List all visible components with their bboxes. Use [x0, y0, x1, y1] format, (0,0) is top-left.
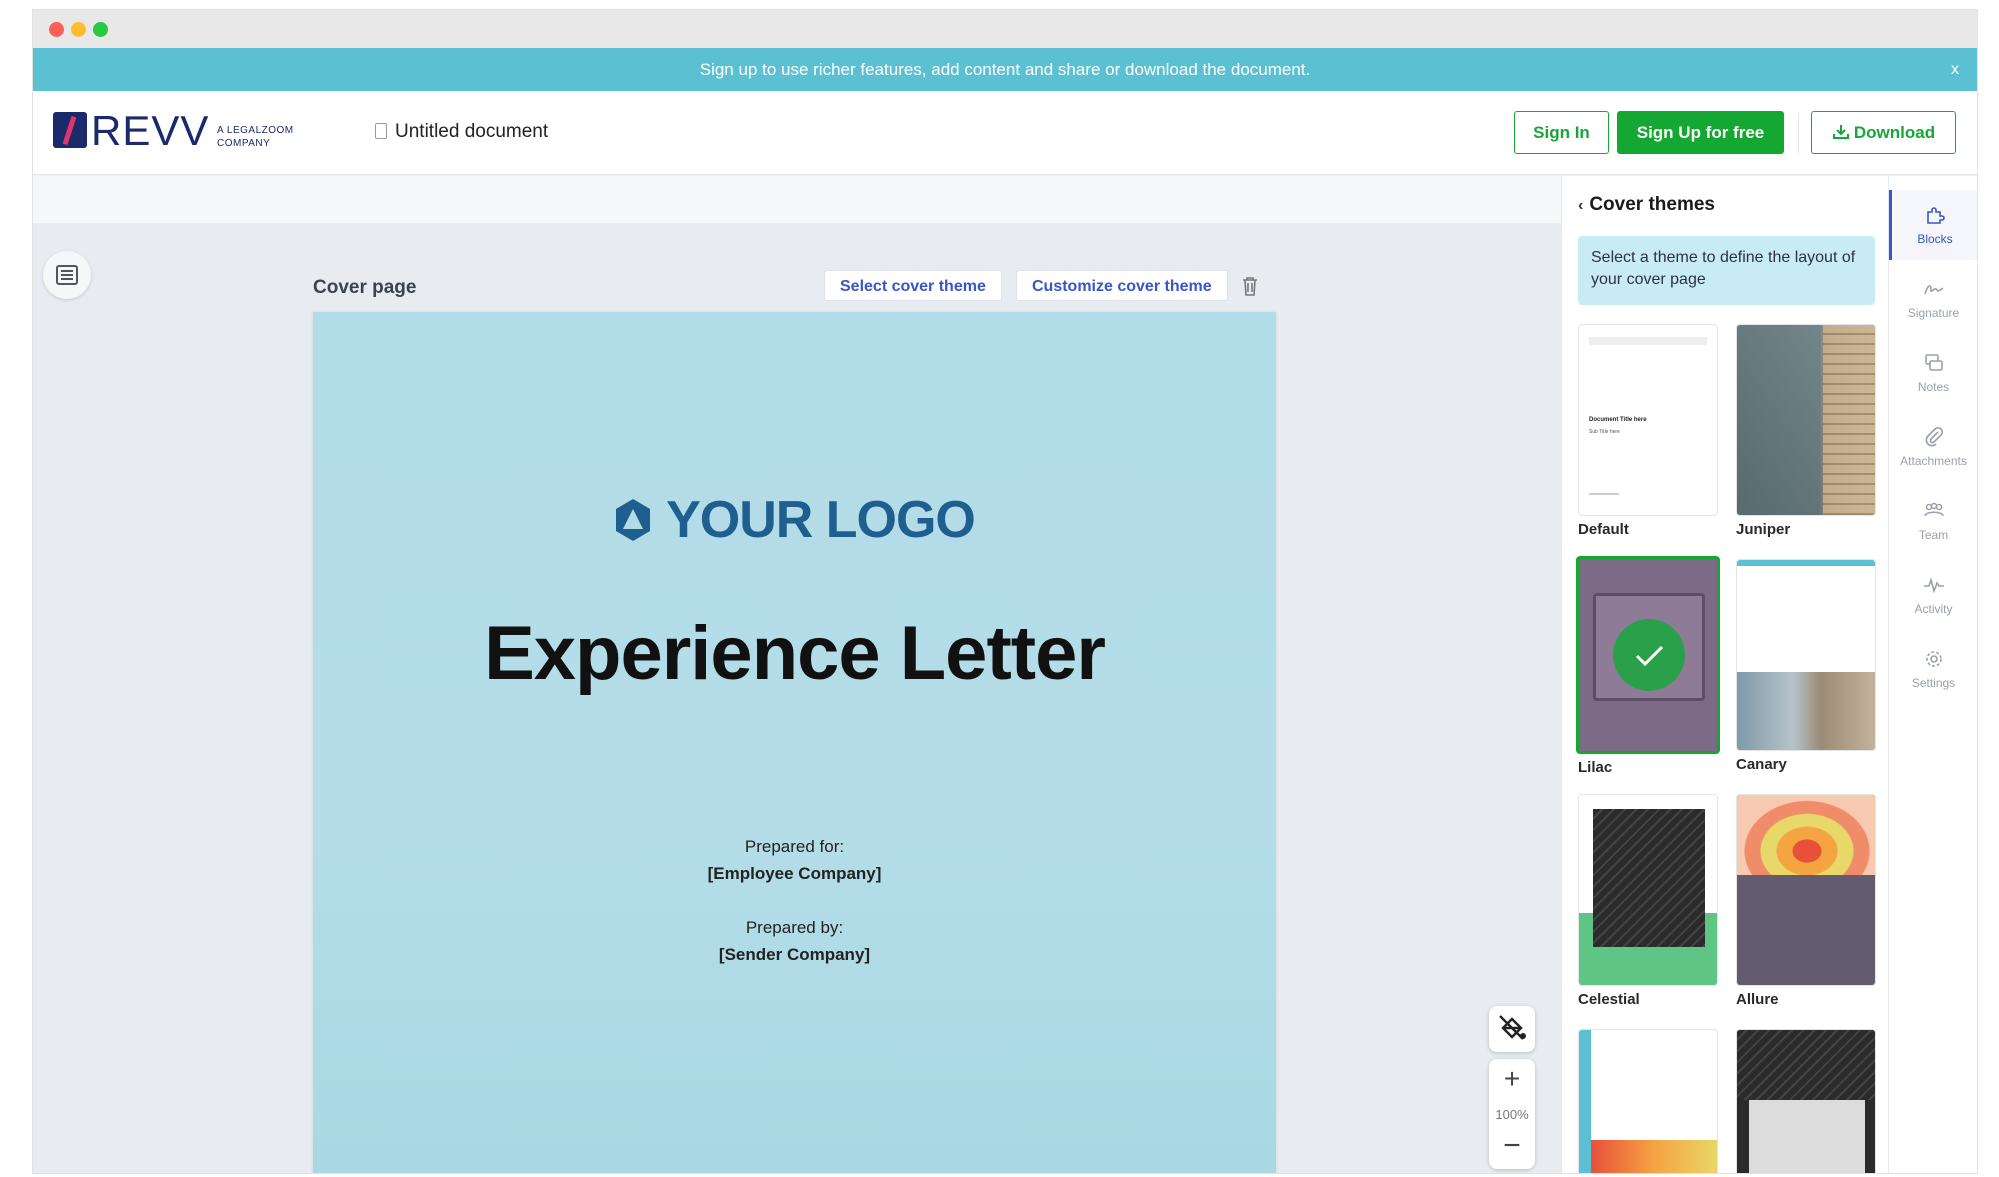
zoom-control: + 100% − [1489, 1059, 1535, 1169]
theme-thumbnail [1736, 324, 1876, 516]
prepared-by-value[interactable]: [Sender Company] [313, 945, 1276, 965]
activity-icon [1923, 577, 1944, 594]
chevron-left-icon[interactable]: ‹ [1578, 197, 1583, 214]
theme-label: Lilac [1578, 759, 1613, 776]
cover-page-label: Cover page [313, 277, 417, 298]
thumb-title: Document Title here [1589, 417, 1647, 423]
rail-label: Team [1918, 528, 1949, 542]
theme-default[interactable]: Document Title here Sub Title here Defau… [1578, 324, 1718, 538]
list-icon [56, 265, 78, 285]
checkmark-badge [1613, 619, 1685, 691]
theme-thumbnail [1576, 556, 1720, 754]
panel-title-text: Cover themes [1589, 194, 1715, 215]
rail-label: Notes [1917, 380, 1950, 394]
brand-name: REVV [91, 107, 210, 154]
theme-label: Allure [1736, 991, 1779, 1008]
zoom-out-button[interactable]: − [1489, 1129, 1535, 1163]
theme-label: Default [1578, 521, 1629, 538]
rail-item-notes[interactable]: Notes [1889, 338, 1977, 408]
puzzle-icon [1927, 207, 1945, 224]
gear-icon [1925, 651, 1942, 667]
panel-info-box: Select a theme to define the layout of y… [1578, 236, 1875, 305]
rail-label: Blocks [1917, 232, 1953, 246]
cover-logo-text: YOUR LOGO [666, 491, 976, 549]
theme-thumbnail [1736, 794, 1876, 986]
rail-label: Activity [1914, 602, 1953, 616]
theme-label: Celestial [1578, 991, 1640, 1008]
theme-juniper[interactable]: Juniper [1736, 324, 1876, 538]
zoom-level: 100% [1495, 1107, 1529, 1122]
download-label: Download [1853, 123, 1936, 142]
rail-item-settings[interactable]: Settings [1889, 634, 1977, 704]
theme-allure[interactable]: Allure [1736, 794, 1876, 1008]
rail-label: Signature [1907, 306, 1960, 320]
editor-canvas[interactable]: Cover page Select cover theme Customize … [33, 223, 1561, 1173]
thumb-subtitle: Sub Title here [1589, 429, 1620, 435]
theme-celestial[interactable]: Celestial [1578, 794, 1718, 1008]
rail-item-activity[interactable]: Activity [1889, 560, 1977, 630]
theme-thumbnail [1578, 794, 1718, 986]
document-name-label: Untitled document [395, 121, 549, 142]
rail-item-blocks[interactable]: Blocks [1889, 190, 1977, 260]
cover-title[interactable]: Experience Letter [313, 610, 1276, 697]
app-window: Sign up to use richer features, add cont… [33, 10, 1977, 1173]
outline-button[interactable] [43, 251, 91, 299]
check-icon [1635, 645, 1664, 667]
theme-thumbnail-more-1[interactable] [1578, 1029, 1718, 1173]
editor-toolbar [33, 176, 1561, 223]
signup-banner: Sign up to use richer features, add cont… [33, 48, 1977, 91]
rail-item-team[interactable]: Team [1889, 486, 1977, 556]
top-header: REVV A LEGALZOOM COMPANY Untitled docume… [33, 91, 1977, 175]
window-minimize-dot[interactable] [71, 22, 86, 37]
header-divider [1798, 113, 1799, 153]
logo-placeholder-icon [616, 499, 651, 541]
window-close-dot[interactable] [49, 22, 64, 37]
download-button[interactable]: Download [1811, 111, 1956, 154]
zoom-in-button[interactable]: + [1489, 1063, 1535, 1095]
panel-title[interactable]: ‹ Cover themes [1578, 194, 1715, 216]
prepared-for-value[interactable]: [Employee Company] [313, 864, 1276, 884]
brand-tagline: A LEGALZOOM COMPANY [217, 125, 294, 149]
theme-thumbnail [1736, 559, 1876, 751]
theme-thumbnail [1578, 1029, 1718, 1173]
window-titlebar [33, 10, 1977, 48]
rail-label: Attachments [1900, 454, 1967, 468]
prepared-by-label: Prepared by: [745, 918, 844, 937]
cover-page[interactable]: YOUR LOGO Experience Letter Prepared for… [313, 312, 1276, 1173]
paint-bucket-icon [1499, 1015, 1526, 1040]
paperclip-icon [1925, 426, 1943, 447]
theme-label: Juniper [1736, 521, 1791, 538]
rail-item-attachments[interactable]: Attachments [1889, 412, 1977, 482]
download-icon [1832, 125, 1849, 139]
revv-logo-icon [53, 112, 87, 148]
select-cover-theme-button[interactable]: Select cover theme [824, 270, 1002, 301]
chat-icon [1924, 354, 1943, 371]
cover-logo[interactable]: YOUR LOGO [313, 490, 1276, 550]
theme-label: Canary [1736, 756, 1787, 773]
right-icon-rail: Blocks Signature Notes Attachments Team … [1888, 176, 1977, 1173]
theme-canary[interactable]: Canary [1736, 559, 1876, 773]
rail-item-signature[interactable]: Signature [1889, 264, 1977, 334]
window-zoom-dot[interactable] [93, 22, 108, 37]
background-fill-button[interactable] [1489, 1006, 1535, 1052]
rail-label: Settings [1911, 676, 1956, 690]
document-name[interactable]: Untitled document [375, 121, 548, 143]
document-icon [375, 123, 387, 139]
prepared-for-label: Prepared for: [744, 837, 845, 856]
customize-cover-theme-button[interactable]: Customize cover theme [1016, 270, 1228, 301]
theme-thumbnail-more-2[interactable] [1736, 1029, 1876, 1173]
theme-lilac[interactable]: Lilac [1576, 556, 1720, 776]
banner-close-button[interactable]: x [1951, 48, 1959, 91]
sign-in-button[interactable]: Sign In [1514, 111, 1609, 154]
theme-thumbnail: Document Title here Sub Title here [1578, 324, 1718, 516]
signature-icon [1923, 285, 1943, 295]
banner-text: Sign up to use richer features, add cont… [699, 60, 1311, 79]
cover-themes-panel: ‹ Cover themes Select a theme to define t… [1561, 176, 1888, 1173]
team-icon [1923, 502, 1944, 517]
theme-thumbnail [1736, 1029, 1876, 1173]
sign-up-button[interactable]: Sign Up for free [1617, 111, 1784, 154]
trash-icon[interactable] [1242, 276, 1258, 296]
